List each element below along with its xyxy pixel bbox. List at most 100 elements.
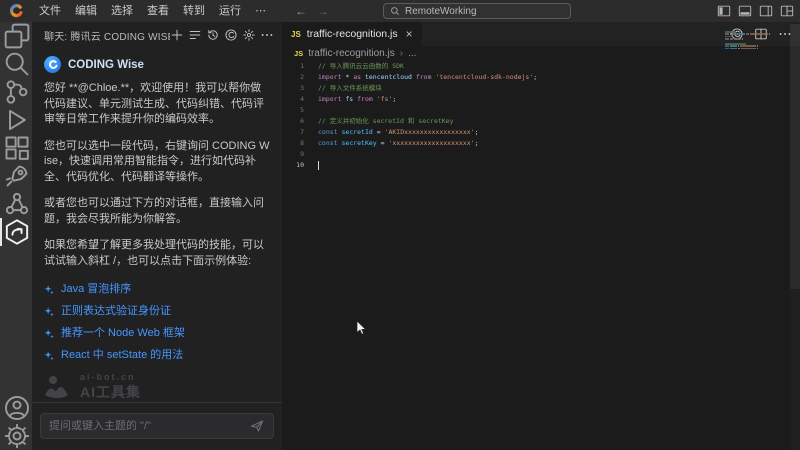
chat-paragraph-2: 或者您也可以通过下方的对话框，直接输入问题，我会尽我所能为你解答。 [44, 196, 270, 227]
menu-item-3[interactable]: 查看 [140, 0, 176, 22]
layout-sidebar-right-icon[interactable] [759, 4, 773, 18]
watermark-line2: AI工具集 [80, 382, 141, 402]
search-icon [390, 6, 400, 16]
example-link-2[interactable]: 推荐一个 Node Web 框架 [44, 324, 270, 340]
menu-bar: 文件编辑选择查看转到运行⋯ [32, 0, 273, 22]
activity-explorer-icon[interactable] [0, 22, 32, 50]
minimap-line [725, 43, 775, 45]
chat-sidebar: 聊天: 腾讯云 CODING WISE CODING Wise 您好 **@Ch… [32, 22, 282, 450]
code-line-3[interactable]: 3// 导入文件系统模块 [282, 83, 800, 94]
forward-arrow-icon[interactable]: → [317, 4, 329, 18]
breadcrumb-file[interactable]: traffic-recognition.js [308, 48, 395, 59]
line-number: 3 [282, 83, 304, 94]
code-line-7[interactable]: 7 const secretId = 'AKIDxxxxxxxxxxxxxxxxx… [282, 127, 800, 138]
code-line-5[interactable]: 5 [282, 105, 800, 116]
example-link-3[interactable]: React 中 setState 的用法 [44, 346, 270, 362]
tab-traffic-recognition[interactable]: JS traffic-recognition.js × [282, 22, 422, 46]
editor-tab-bar: JS traffic-recognition.js × [282, 22, 800, 46]
line-content: import * as tencentcloud from 'tencentcl… [318, 72, 537, 83]
activity-rocket-icon[interactable] [0, 162, 32, 190]
chat-input[interactable] [41, 420, 249, 432]
watermark-logo-icon [44, 375, 72, 399]
assistant-message: 您好 **@Chloe.**，欢迎使用！我可以帮你做代码建议、单元测试生成、代码… [44, 81, 270, 269]
clear-chat-icon[interactable] [188, 28, 202, 42]
activity-extensions-icon[interactable] [0, 134, 32, 162]
tab-close-icon[interactable]: × [406, 27, 413, 41]
example-links: Java 冒泡排序正则表达式验证身份证推荐一个 Node Web 框架 React… [44, 280, 270, 362]
example-label: Java 冒泡排序 [61, 280, 131, 296]
settings-icon[interactable] [242, 28, 256, 42]
breadcrumb-symbol[interactable]: ... [408, 48, 416, 59]
chat-panel-header: 聊天: 腾讯云 CODING WISE [32, 22, 282, 48]
code-line-1[interactable]: 1// 导入腾讯云云函数的 SDK [282, 61, 800, 72]
text-cursor [318, 161, 319, 170]
editor-group: JS traffic-recognition.js × JS traffic-r… [282, 22, 800, 450]
layout-customize-icon[interactable] [780, 4, 794, 18]
example-link-1[interactable]: 正则表达式验证身份证 [44, 302, 270, 318]
vscode-window: 文件编辑选择查看转到运行⋯ ← → RemoteWorking 聊天: 腾讯云 … [0, 0, 800, 450]
assistant-name: CODING Wise [68, 59, 144, 71]
chat-paragraph-0: 您好 **@Chloe.**，欢迎使用！我可以帮你做代码建议、单元测试生成、代码… [44, 81, 270, 128]
window-title: RemoteWorking [405, 6, 477, 17]
history-nav: ← → [295, 4, 329, 18]
activity-search-icon[interactable] [0, 50, 32, 78]
minimap[interactable] [725, 31, 775, 55]
javascript-file-icon: JS [294, 49, 303, 58]
editor-scrollbar[interactable] [790, 24, 800, 450]
code-line-10[interactable]: 10 [282, 160, 800, 171]
line-content: const secretId = 'AKIDxxxxxxxxxxxxxxxxx'… [318, 127, 478, 138]
code-line-8[interactable]: 8const secretKey = 'xxxxxxxxxxxxxxxxxxxx… [282, 138, 800, 149]
activity-cluster-icon[interactable] [0, 190, 32, 218]
title-bar: 文件编辑选择查看转到运行⋯ ← → RemoteWorking [0, 0, 800, 22]
chat-paragraph-1: 您也可以选中一段代码，右键询问 CODING Wise，快速调用常用智能指令，进… [44, 139, 270, 186]
more-icon[interactable] [260, 28, 274, 42]
activity-account-icon[interactable] [0, 394, 32, 422]
activity-coding-wise-icon[interactable] [0, 218, 32, 246]
example-link-0[interactable]: Java 冒泡排序 [44, 280, 270, 296]
chat-panel-title: 聊天: 腾讯云 CODING WISE [44, 28, 170, 43]
example-label: 正则表达式验证身份证 [61, 302, 171, 318]
menu-item-6[interactable]: ⋯ [248, 0, 273, 22]
menu-item-5[interactable]: 运行 [212, 0, 248, 22]
activity-source-control-icon[interactable] [0, 78, 32, 106]
line-number: 5 [282, 105, 304, 116]
activity-settings-gear-icon[interactable] [0, 422, 32, 450]
line-number: 7 [282, 127, 304, 138]
back-arrow-icon[interactable]: ← [295, 4, 307, 18]
code-line-9[interactable]: 9 [282, 149, 800, 160]
line-number: 2 [282, 72, 304, 83]
watermark-line1: ai-bot.cn [80, 372, 141, 382]
activity-run-debug-icon[interactable] [0, 106, 32, 134]
menu-item-4[interactable]: 转到 [176, 0, 212, 22]
layout-sidebar-left-icon[interactable] [717, 4, 731, 18]
menu-item-2[interactable]: 选择 [104, 0, 140, 22]
code-editor[interactable]: 1// 导入腾讯云云函数的 SDK2 import * as tencentclo… [282, 61, 800, 450]
line-number: 10 [282, 160, 304, 171]
history-icon[interactable] [206, 28, 220, 42]
chat-header-actions [170, 28, 274, 42]
breadcrumb[interactable]: JS traffic-recognition.js › ... [282, 46, 416, 61]
menu-item-0[interactable]: 文件 [32, 0, 68, 22]
code-line-4[interactable]: 4import fs from 'fs'; [282, 94, 800, 105]
command-center-search[interactable]: RemoteWorking [383, 3, 571, 19]
new-chat-icon[interactable] [170, 28, 184, 42]
activity-bar [0, 22, 32, 450]
line-content: // 定义并初始化 secretId 和 secretKey [318, 116, 454, 127]
line-number: 6 [282, 116, 304, 127]
line-number: 1 [282, 61, 304, 72]
example-label: 推荐一个 Node Web 框架 [61, 324, 185, 340]
send-icon[interactable] [249, 418, 265, 434]
swirl-icon [46, 58, 59, 71]
line-content: import fs from 'fs'; [318, 94, 396, 105]
minimap-line [725, 48, 775, 50]
scrollbar-slider[interactable] [790, 24, 800, 289]
minimap-line [725, 45, 775, 47]
code-line-6[interactable]: 6 // 定义并初始化 secretId 和 secretKey [282, 116, 800, 127]
code-line-2[interactable]: 2 import * as tencentcloud from 'tencentc… [282, 72, 800, 83]
breadcrumb-separator-icon: › [400, 48, 403, 59]
sparkle-icon [44, 349, 55, 360]
layout-panel-icon[interactable] [738, 4, 752, 18]
sparkle-icon [44, 305, 55, 316]
menu-item-1[interactable]: 编辑 [68, 0, 104, 22]
wise-logo-icon[interactable] [224, 28, 238, 42]
